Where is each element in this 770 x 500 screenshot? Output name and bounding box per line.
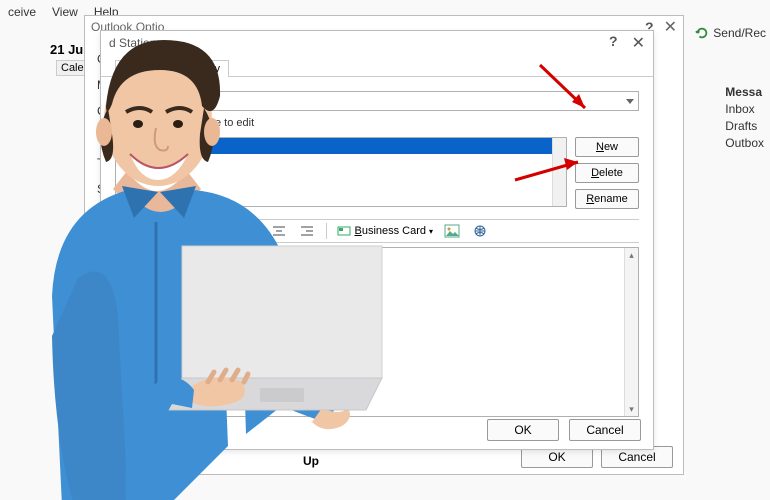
refresh-icon bbox=[695, 26, 709, 40]
delete-button[interactable]: Delete bbox=[575, 163, 639, 183]
picture-icon[interactable] bbox=[443, 222, 461, 240]
help-icon[interactable]: ? bbox=[609, 33, 618, 53]
folder-list: Messa Inbox Drafts Outbox bbox=[725, 85, 764, 153]
inner-cancel-button[interactable]: Cancel bbox=[569, 419, 641, 441]
scrollbar[interactable] bbox=[552, 138, 566, 206]
close-icon[interactable]: ✕ bbox=[632, 33, 645, 53]
close-icon[interactable]: ✕ bbox=[664, 17, 677, 37]
scroll-up-icon[interactable]: ▴ bbox=[625, 248, 638, 262]
person-photo-overlay bbox=[22, 36, 422, 500]
folder-inbox[interactable]: Inbox bbox=[725, 102, 764, 116]
scroll-down-icon[interactable]: ▾ bbox=[625, 402, 638, 416]
link-icon[interactable] bbox=[471, 222, 489, 240]
rename-button[interactable]: Rename bbox=[575, 189, 639, 209]
new-button[interactable]: New bbox=[575, 137, 639, 157]
inner-ok-button[interactable]: OK bbox=[487, 419, 559, 441]
folder-drafts[interactable]: Drafts bbox=[725, 119, 764, 133]
folder-outbox[interactable]: Outbox bbox=[725, 136, 764, 150]
panel-heading: Messa bbox=[725, 85, 764, 99]
editor-scrollbar[interactable]: ▴ ▾ bbox=[624, 248, 638, 416]
menu-view[interactable]: View bbox=[48, 3, 82, 21]
send-receive-label: Send/Rec bbox=[713, 26, 766, 40]
send-receive-button[interactable]: Send/Rec bbox=[695, 26, 766, 40]
menu-item[interactable]: ceive bbox=[4, 3, 40, 21]
